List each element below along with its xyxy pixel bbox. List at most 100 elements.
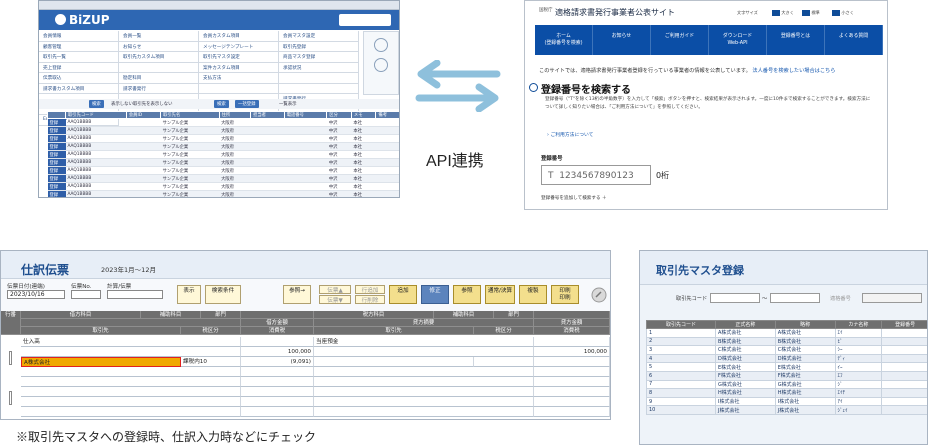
help-icon[interactable] bbox=[374, 38, 388, 52]
menu-item[interactable]: 承認状況 bbox=[279, 62, 359, 73]
credit-tax-cell[interactable] bbox=[534, 357, 610, 367]
column-header[interactable]: 取引先コード bbox=[646, 320, 716, 329]
row-handle[interactable] bbox=[9, 351, 12, 365]
menu-item[interactable]: 会員マスタ設定 bbox=[279, 31, 359, 42]
cell-short[interactable]: H株式会社 bbox=[774, 388, 836, 398]
cell-short[interactable]: A株式会社 bbox=[774, 328, 836, 338]
column-header[interactable]: 取引先名 bbox=[160, 111, 220, 119]
cell-short[interactable]: J株式会社 bbox=[774, 405, 836, 415]
table-row[interactable]: 5 E株式会社 E株式会社 ｲｰ bbox=[646, 362, 927, 372]
table-row[interactable]: 2 B株式会社 B株式会社 ﾋﾞ bbox=[646, 336, 927, 347]
cell-kana[interactable]: ｱｲ bbox=[834, 396, 883, 407]
menu-item[interactable]: 取引先マスタ設定 bbox=[199, 52, 279, 63]
column-header[interactable]: 担当者 bbox=[250, 111, 285, 119]
nav-item[interactable]: ホーム (登録番号を検索) bbox=[535, 25, 593, 55]
column-header[interactable]: 区分 bbox=[326, 111, 352, 119]
menu-item[interactable] bbox=[119, 62, 199, 73]
corporate-number-link[interactable]: 法人番号を検索したい場合はこちら bbox=[752, 68, 835, 74]
empty-cell[interactable] bbox=[314, 367, 534, 377]
row-tag[interactable]: 登録 bbox=[47, 190, 66, 197]
menu-item[interactable]: 会員一覧 bbox=[119, 31, 199, 42]
credit-dept-cell[interactable] bbox=[534, 337, 610, 347]
cell-code[interactable]: 3 bbox=[646, 345, 716, 355]
table-row[interactable]: 登録 AAQ1BBBB サンプル企業 大阪府 中沢 本社 bbox=[47, 126, 399, 135]
cell-code[interactable]: 1 bbox=[646, 328, 716, 338]
header-search-input[interactable] bbox=[339, 14, 391, 26]
empty-cell[interactable] bbox=[241, 387, 314, 397]
table-row[interactable]: 登録 AAQ1BBBB サンプル企業 大阪府 中沢 本社 bbox=[47, 158, 399, 167]
cell-code[interactable]: 6 bbox=[646, 370, 716, 381]
toolbar-button[interactable]: 伝票▲ bbox=[319, 285, 351, 294]
cell-short[interactable]: D株式会社 bbox=[774, 353, 836, 364]
toolbar-button[interactable]: 修正 bbox=[421, 285, 449, 304]
search-button-2[interactable]: 検索 bbox=[214, 100, 229, 108]
search-button[interactable]: 検索 bbox=[89, 100, 104, 108]
tax-code-cell[interactable]: 課税内10 bbox=[181, 357, 241, 367]
cell-kana[interactable]: ｼｰ bbox=[834, 345, 883, 355]
cell-short[interactable]: I株式会社 bbox=[774, 396, 836, 407]
toolbar-button[interactable]: 検索条件 bbox=[205, 285, 241, 304]
row-tag[interactable]: 登録 bbox=[47, 174, 66, 183]
cell-reg[interactable] bbox=[881, 362, 927, 372]
row-handle[interactable] bbox=[9, 391, 12, 405]
column-header[interactable] bbox=[47, 111, 66, 119]
cell-name[interactable]: G株式会社 bbox=[714, 379, 776, 390]
registration-number-input[interactable]: T 1234567890123 bbox=[541, 165, 651, 185]
menu-item[interactable]: メッセージテンプレート bbox=[199, 41, 279, 52]
cell-short[interactable]: F株式会社 bbox=[774, 370, 836, 381]
table-row[interactable]: 8 H株式会社 H株式会社 ｴｲﾁ bbox=[646, 388, 927, 398]
column-header[interactable]: メモ bbox=[350, 111, 377, 119]
empty-cell[interactable] bbox=[241, 407, 314, 417]
empty-cell[interactable] bbox=[314, 377, 534, 387]
empty-cell[interactable] bbox=[241, 367, 314, 377]
nav-item[interactable]: ダウンロード Web-API bbox=[709, 25, 767, 55]
toolbar-button[interactable]: 印刷 印刷 bbox=[551, 285, 579, 304]
menu-item[interactable]: 請求書発行 bbox=[119, 83, 199, 94]
empty-cell[interactable] bbox=[314, 407, 534, 417]
nav-item[interactable]: 登録番号とは bbox=[767, 25, 825, 55]
toolbar-button[interactable]: 複製 bbox=[519, 285, 547, 304]
menu-item[interactable]: 取引先一覧 bbox=[39, 52, 119, 63]
credit-account-cell[interactable]: 当座預金 bbox=[314, 337, 534, 347]
code-to-input[interactable] bbox=[770, 293, 820, 303]
cell-reg[interactable] bbox=[881, 405, 927, 415]
voucher-no-input[interactable] bbox=[71, 290, 101, 299]
table-row[interactable]: 登録 AAQ1BBBB サンプル企業 大阪府 中沢 本社 bbox=[47, 182, 399, 191]
column-header[interactable]: 住所 bbox=[218, 111, 252, 119]
empty-cell[interactable] bbox=[21, 367, 241, 377]
empty-cell[interactable] bbox=[21, 407, 241, 417]
toolbar-button[interactable]: 行削除 bbox=[355, 295, 385, 304]
cell-name[interactable]: F株式会社 bbox=[714, 370, 776, 381]
row-tag[interactable]: 登録 bbox=[47, 134, 66, 143]
empty-cell[interactable] bbox=[534, 377, 610, 387]
row-tag[interactable]: 登録 bbox=[47, 118, 66, 127]
toolbar-button[interactable]: 伝票▼ bbox=[319, 295, 351, 304]
cell-reg[interactable] bbox=[881, 396, 927, 407]
cell-name[interactable]: A株式会社 bbox=[714, 328, 776, 338]
empty-cell[interactable] bbox=[534, 367, 610, 377]
cell-code[interactable]: 8 bbox=[646, 388, 716, 398]
empty-cell[interactable] bbox=[314, 387, 534, 397]
cell-kana[interactable]: ｴｲﾁ bbox=[834, 388, 883, 398]
font-normal-button[interactable]: 標準 bbox=[801, 10, 820, 16]
table-row[interactable]: 登録 AAQ1BBBB サンプル企業 大阪府 中沢 本社 bbox=[47, 118, 399, 127]
cell-code[interactable]: 9 bbox=[646, 396, 716, 407]
attachment-icon[interactable] bbox=[591, 287, 607, 303]
cell-kana[interactable]: ﾃﾞｨ bbox=[834, 353, 883, 364]
cell-reg[interactable] bbox=[881, 328, 927, 338]
table-row[interactable]: 7 G株式会社 G株式会社 ｼﾞ bbox=[646, 379, 927, 390]
filter-option[interactable]: 表示しない取引先を表示しない bbox=[111, 101, 172, 107]
column-header[interactable]: 取引先コード bbox=[65, 111, 127, 119]
menu-item[interactable]: 伝票取込 bbox=[39, 73, 119, 84]
row-tag[interactable]: 登録 bbox=[47, 150, 66, 159]
debit-summary-cell[interactable] bbox=[21, 347, 241, 357]
cell-reg[interactable] bbox=[881, 379, 927, 390]
table-row[interactable]: 登録 AAQ1BBBB サンプル企業 大阪府 中沢 本社 bbox=[47, 150, 399, 159]
column-header[interactable]: 会員ID bbox=[125, 111, 162, 119]
cell-reg[interactable] bbox=[881, 345, 927, 355]
row-tag[interactable]: 登録 bbox=[47, 166, 66, 175]
column-header[interactable]: 略称 bbox=[774, 320, 836, 329]
table-row[interactable]: 6 F株式会社 F株式会社 ｴﾌ bbox=[646, 370, 927, 381]
column-header[interactable]: 正式名称 bbox=[714, 320, 776, 329]
cell-kana[interactable]: ｲｰ bbox=[834, 362, 883, 372]
